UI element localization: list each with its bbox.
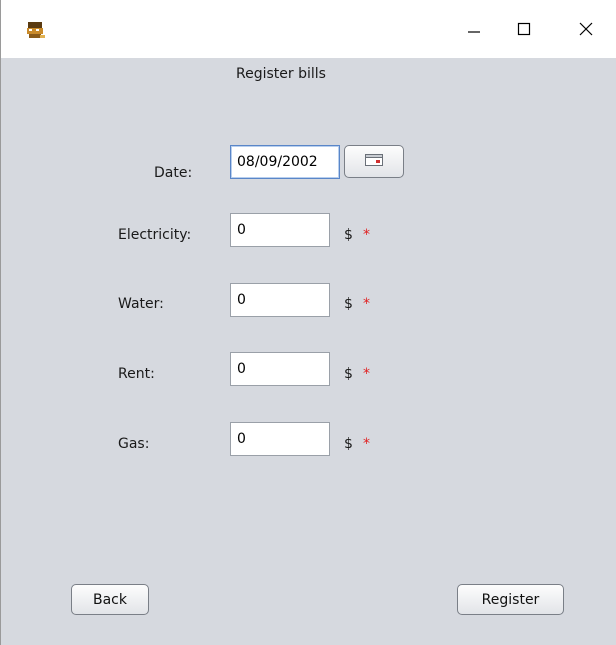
gas-field[interactable] <box>230 422 330 456</box>
date-label: Date: <box>154 165 193 181</box>
maximize-icon <box>517 22 531 36</box>
date-field[interactable] <box>230 145 340 179</box>
title-bar[interactable] <box>1 0 616 58</box>
water-field[interactable] <box>230 283 330 317</box>
electricity-required-mark: * <box>363 227 370 243</box>
electricity-label: Electricity: <box>118 227 192 243</box>
electricity-field[interactable] <box>230 213 330 247</box>
rent-required-mark: * <box>363 366 370 382</box>
minimize-button[interactable] <box>449 0 499 58</box>
close-button[interactable] <box>561 0 611 58</box>
rent-label: Rent: <box>118 366 155 382</box>
gas-currency: $ <box>344 436 353 452</box>
water-label: Water: <box>118 296 164 312</box>
water-currency: $ <box>344 296 353 312</box>
gas-required-mark: * <box>363 436 370 452</box>
calendar-icon <box>365 153 383 170</box>
register-bills-window: Register bills Date: Electricity: $ * Wa… <box>0 0 616 645</box>
calendar-button[interactable] <box>344 145 404 178</box>
gas-label: Gas: <box>118 436 150 452</box>
rent-field[interactable] <box>230 352 330 386</box>
cat-app-icon <box>25 20 47 40</box>
minimize-icon <box>467 22 481 36</box>
electricity-currency: $ <box>344 227 353 243</box>
maximize-button[interactable] <box>499 0 549 58</box>
water-required-mark: * <box>363 296 370 312</box>
page-title: Register bills <box>236 66 326 82</box>
rent-currency: $ <box>344 366 353 382</box>
close-icon <box>579 22 593 36</box>
back-button[interactable]: Back <box>71 584 149 615</box>
register-button[interactable]: Register <box>457 584 564 615</box>
